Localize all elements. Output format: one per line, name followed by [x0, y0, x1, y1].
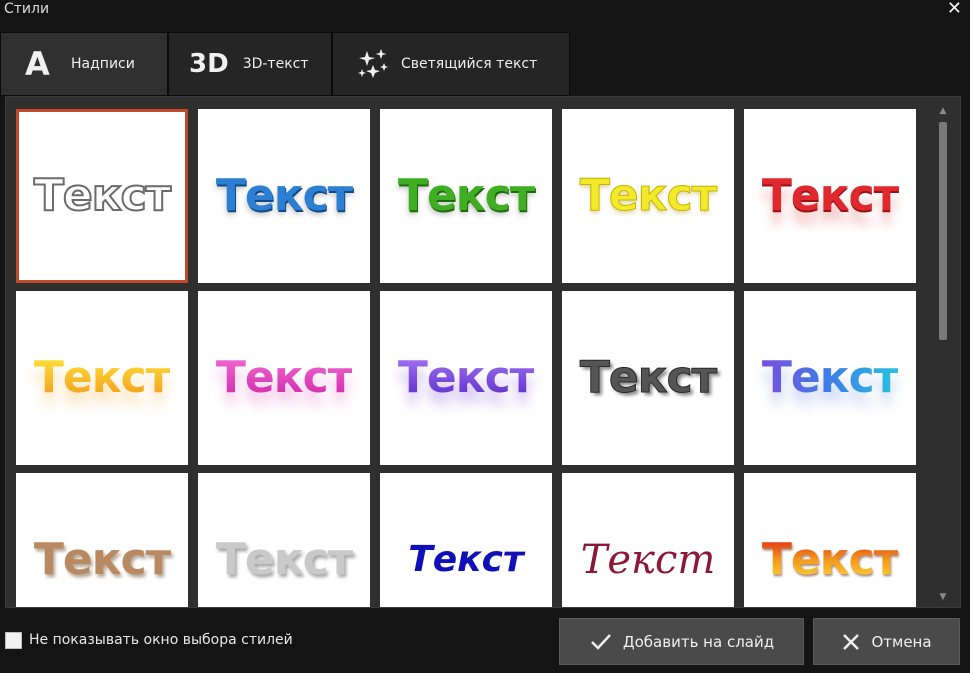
style-tile-4[interactable]: Текст [562, 109, 734, 283]
cancel-label: Отмена [871, 632, 932, 651]
style-tile-11[interactable]: Текст [16, 473, 188, 607]
scroll-down-arrow-icon[interactable]: ▼ [936, 590, 950, 604]
style-tile-7[interactable]: Текст [198, 291, 370, 465]
tab-3d-text[interactable]: 3D 3D-текст [168, 32, 332, 96]
style-sample-text: Текст [579, 170, 717, 221]
style-sample-text: Текст [397, 352, 535, 403]
style-sample-text: Текст [761, 534, 899, 585]
style-sample-text: Текст [579, 352, 717, 403]
title-bar: Стили ✕ [0, 0, 970, 22]
style-sample-text: Текст [408, 539, 524, 580]
style-tile-5[interactable]: Текст [744, 109, 916, 283]
tab-glowing-text-label: Светящийся текст [401, 56, 538, 72]
style-sample-text: Текст [761, 352, 899, 403]
tab-captions-label: Надписи [71, 56, 135, 72]
style-sample-text: Текст [215, 534, 353, 585]
3d-icon: 3D [189, 49, 229, 79]
styles-gallery: Текст Текст Текст Текст Текст Текст Текс… [5, 96, 961, 608]
style-tile-13[interactable]: Текст [380, 473, 552, 607]
close-icon[interactable]: ✕ [947, 0, 962, 19]
style-sample-text: Текст [33, 352, 171, 403]
cancel-button[interactable]: Отмена [813, 618, 960, 665]
style-tile-6[interactable]: Текст [16, 291, 188, 465]
style-sample-text: Текст [33, 534, 171, 585]
style-tile-10[interactable]: Текст [744, 291, 916, 465]
tab-bar: A Надписи 3D 3D-текст Светящийся текст [0, 32, 970, 96]
window-title: Стили [4, 1, 50, 17]
style-tile-2[interactable]: Текст [198, 109, 370, 283]
style-sample-text: Текст [580, 537, 716, 583]
add-to-slide-label: Добавить на слайд [622, 632, 775, 651]
scroll-up-arrow-icon[interactable]: ▲ [936, 104, 950, 118]
style-tile-12[interactable]: Текст [198, 473, 370, 607]
style-tile-3[interactable]: Текст [380, 109, 552, 283]
checkmark-icon [589, 632, 613, 652]
tab-3d-text-label: 3D-текст [242, 56, 309, 72]
style-tile-8[interactable]: Текст [380, 291, 552, 465]
vertical-scrollbar[interactable]: ▲ ▼ [936, 104, 950, 604]
tab-glowing-text[interactable]: Светящийся текст [332, 32, 570, 96]
style-tile-14[interactable]: Текст [562, 473, 734, 607]
letter-a-icon: A [25, 45, 50, 83]
style-tile-1[interactable]: Текст [16, 109, 188, 283]
dont-show-checkbox-label: Не показывать окно выбора стилей [29, 632, 293, 648]
style-sample-text: Текст [215, 170, 353, 221]
close-icon [841, 632, 861, 652]
sparkle-icon [357, 47, 391, 81]
style-sample-text: Текст [397, 170, 535, 221]
style-sample-text: Текст [215, 352, 353, 403]
footer: Не показывать окно выбора стилей Добавит… [0, 608, 970, 673]
style-sample-text: Текст [33, 170, 172, 221]
add-to-slide-button[interactable]: Добавить на слайд [559, 618, 804, 665]
scrollbar-thumb[interactable] [939, 122, 947, 340]
tab-captions[interactable]: A Надписи [0, 32, 168, 96]
style-tile-15[interactable]: Текст [744, 473, 916, 607]
dont-show-checkbox[interactable] [5, 632, 22, 649]
style-sample-text: Текст [761, 170, 899, 221]
style-tile-9[interactable]: Текст [562, 291, 734, 465]
